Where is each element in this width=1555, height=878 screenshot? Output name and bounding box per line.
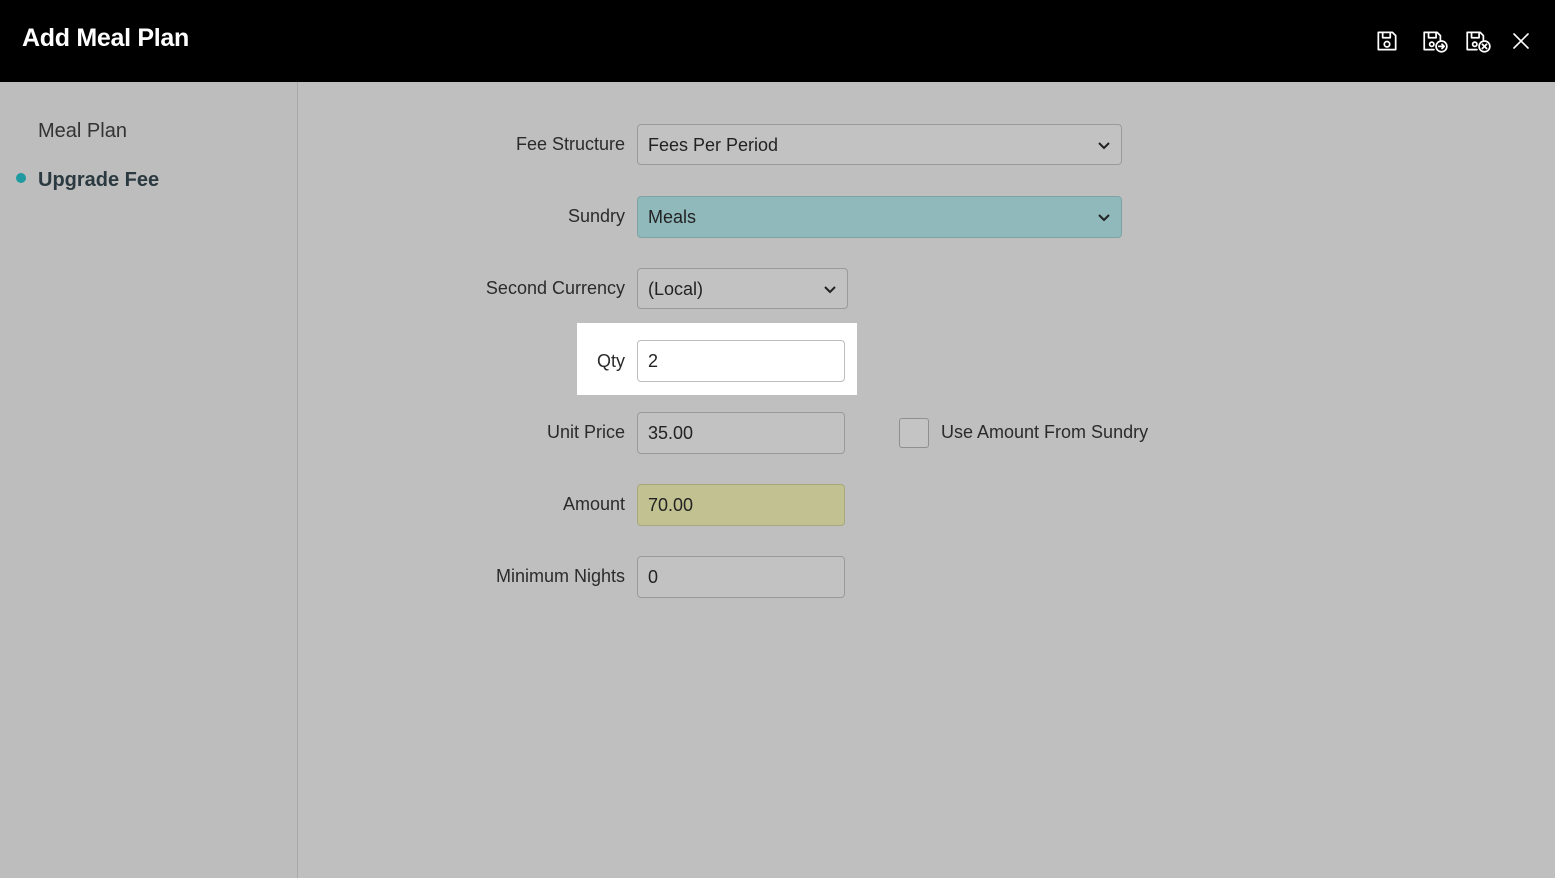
save-and-close-icon[interactable] — [1463, 26, 1493, 56]
minimum-nights-label: Minimum Nights — [495, 566, 625, 586]
minimum-nights-input[interactable]: 0 — [637, 556, 845, 598]
window-header: Add Meal Plan — [0, 0, 1555, 82]
unit-price-input[interactable]: 35.00 — [637, 412, 845, 454]
unit-price-value: 35.00 — [648, 423, 694, 443]
fee-structure-label: Fee Structure — [515, 134, 625, 154]
amount-label: Amount — [562, 494, 625, 514]
amount-input[interactable]: 70.00 — [637, 484, 845, 526]
unit-price-label: Unit Price — [546, 422, 625, 442]
close-icon[interactable] — [1506, 26, 1536, 56]
qty-input[interactable]: 2 — [637, 340, 845, 382]
sundry-label: Sundry — [567, 206, 625, 226]
amount-value: 70.00 — [648, 495, 694, 515]
sundry-select[interactable]: Meals — [637, 196, 1122, 238]
chevron-down-icon — [1098, 142, 1110, 150]
second-currency-value: (Local) — [648, 279, 704, 299]
use-amount-from-sundry-checkbox[interactable] — [899, 418, 929, 448]
minimum-nights-value: 0 — [648, 567, 659, 587]
sidebar-item-upgrade-fee[interactable]: Upgrade Fee — [38, 169, 159, 192]
second-currency-label: Second Currency — [485, 278, 625, 298]
chevron-down-icon — [824, 286, 836, 294]
sidebar-item-meal-plan[interactable]: Meal Plan — [38, 120, 127, 143]
sundry-value: Meals — [648, 207, 697, 227]
window-title: Add Meal Plan — [22, 24, 189, 52]
qty-label: Qty — [596, 351, 625, 371]
active-indicator-dot — [16, 173, 26, 183]
save-and-new-icon[interactable] — [1420, 26, 1450, 56]
qty-value: 2 — [648, 351, 659, 371]
fee-structure-select[interactable]: Fees Per Period — [637, 124, 1122, 165]
save-icon[interactable] — [1372, 26, 1402, 56]
fee-structure-value: Fees Per Period — [648, 135, 779, 155]
second-currency-select[interactable]: (Local) — [637, 268, 848, 309]
sidebar: Meal Plan Upgrade Fee — [0, 82, 298, 878]
use-amount-from-sundry-label[interactable]: Use Amount From Sundry — [941, 422, 1148, 443]
chevron-down-icon — [1098, 214, 1110, 222]
